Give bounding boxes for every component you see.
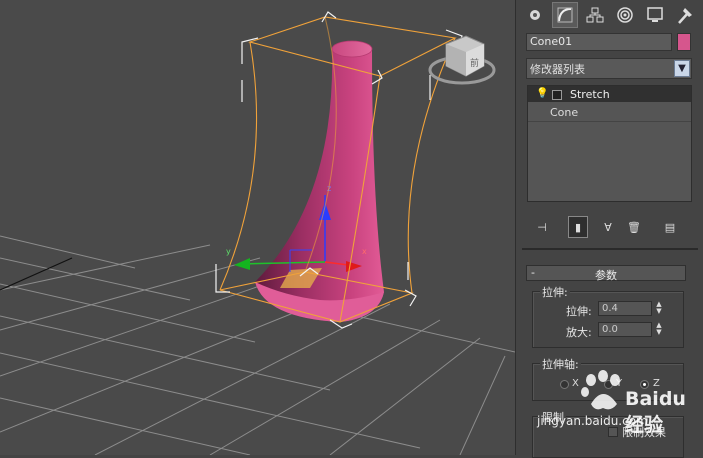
axis-z-label: Z <box>653 378 660 389</box>
modifier-stack[interactable]: 💡 Stretch Cone <box>527 85 692 202</box>
axis-z-radio[interactable] <box>640 380 649 389</box>
command-panel-tabs <box>520 2 703 28</box>
home-grid <box>0 235 515 455</box>
limit-effect-checkbox[interactable] <box>608 427 618 437</box>
stack-divider <box>528 121 691 122</box>
stretch-spinner-arrows[interactable]: ▲ ▼ <box>654 301 664 316</box>
y-axis-label: y <box>226 247 231 256</box>
object-color-swatch[interactable] <box>677 33 691 51</box>
amplify-label: 放大: <box>566 326 592 339</box>
parameters-rollout-header[interactable]: - 参数 <box>526 265 686 282</box>
stretch-spinner-input[interactable]: 0.4 <box>598 301 652 316</box>
object-name-field[interactable]: Cone01 <box>526 33 672 51</box>
panel-divider <box>522 248 698 250</box>
lightbulb-icon[interactable]: 💡 <box>536 88 548 99</box>
stack-item-stretch[interactable]: 💡 Stretch <box>528 86 691 102</box>
tab-display[interactable] <box>642 2 668 28</box>
remove-modifier-icon[interactable]: 🗑 <box>624 216 644 238</box>
stretch-axis-group-label: 拉伸轴: <box>540 356 581 372</box>
stretch-group-label: 拉伸: <box>540 284 570 300</box>
axis-y-radio[interactable] <box>604 380 613 389</box>
axis-y-label: Y <box>616 378 623 389</box>
amplify-spinner-input[interactable]: 0.0 <box>598 322 652 337</box>
modifier-list-label: 修改器列表 <box>530 63 585 76</box>
motion-icon <box>617 7 633 23</box>
world-axis-line <box>0 257 73 291</box>
rollout-title: 参数 <box>595 269 617 282</box>
stack-item-cone[interactable]: Cone <box>550 106 578 119</box>
modify-icon <box>557 7 573 23</box>
x-axis-label: x <box>362 247 367 256</box>
axis-x-label: X <box>572 378 579 389</box>
amplify-spinner-arrows[interactable]: ▲ ▼ <box>654 322 664 337</box>
make-unique-icon[interactable]: ∀ <box>598 216 618 238</box>
chevron-down-icon[interactable]: ▼ <box>674 60 690 77</box>
stack-toolbar: ⊣ ▮ ∀ 🗑 ▤ <box>526 216 696 238</box>
cone-object <box>255 40 384 322</box>
viewcube-face-label: 前 <box>470 57 479 69</box>
tab-hierarchy[interactable] <box>582 2 608 28</box>
modifier-list-dropdown[interactable]: 修改器列表 ▼ <box>526 58 692 79</box>
display-icon <box>647 7 663 22</box>
tab-motion[interactable] <box>612 2 638 28</box>
show-end-result-icon[interactable]: ▮ <box>568 216 588 238</box>
limit-group-label: 限制 <box>540 409 566 425</box>
stack-item-label: Stretch <box>570 88 610 101</box>
hierarchy-icon <box>586 7 604 23</box>
tab-modify[interactable] <box>552 2 578 28</box>
command-panel: Cone01 修改器列表 ▼ 💡 Stretch Cone ⊣ ▮ ∀ 🗑 ▤ … <box>515 0 703 458</box>
tab-utilities[interactable] <box>672 2 698 28</box>
limit-effect-label: 限制效果 <box>622 426 666 439</box>
axis-x-radio[interactable] <box>560 380 569 389</box>
pin-stack-icon[interactable]: ⊣ <box>532 216 552 238</box>
gear-icon <box>530 10 540 20</box>
tab-create[interactable] <box>522 2 548 28</box>
expand-toggle-icon[interactable] <box>552 90 562 100</box>
stretch-label: 拉伸: <box>566 305 592 318</box>
configure-modifier-sets-icon[interactable]: ▤ <box>660 216 680 238</box>
viewport-scene: z x y 前 <box>0 11 515 455</box>
perspective-viewport[interactable]: z x y 前 <box>0 0 515 455</box>
hammer-icon <box>678 8 692 24</box>
